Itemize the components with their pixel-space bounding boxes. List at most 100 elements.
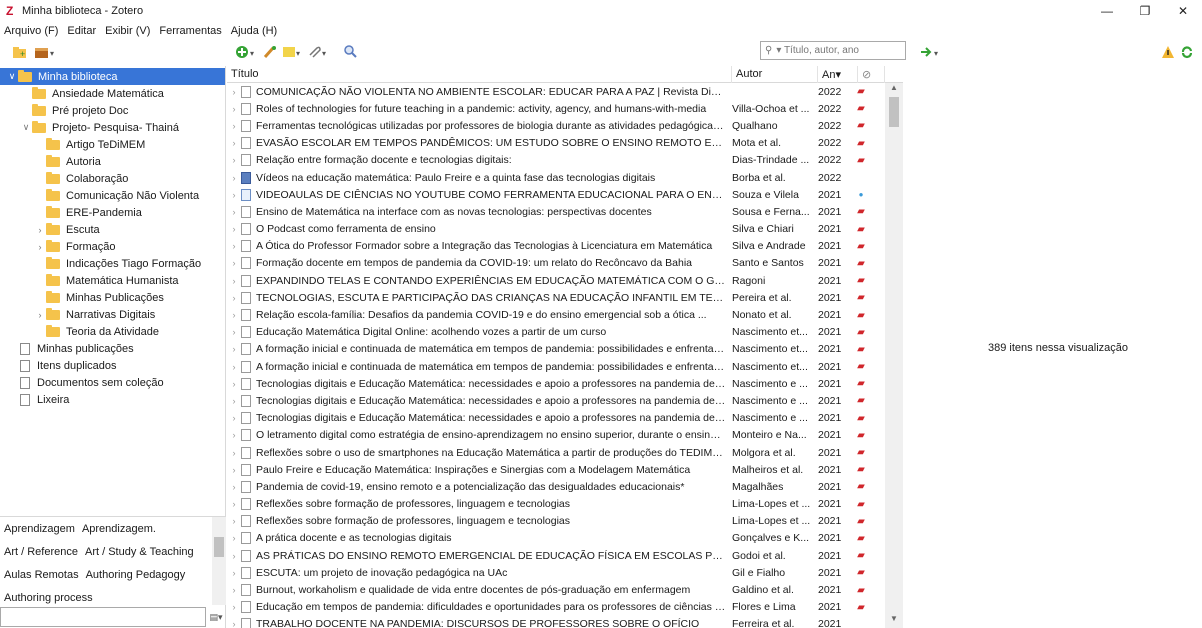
sidebar-item[interactable]: ERE-Pandemia — [0, 204, 225, 221]
pdf-attachment-icon[interactable]: ▰ — [852, 516, 870, 527]
pdf-attachment-icon[interactable]: ▰ — [852, 155, 870, 166]
expand-toggle-icon[interactable]: ∨ — [20, 122, 32, 133]
new-collection-icon[interactable]: + — [12, 43, 28, 61]
pdf-attachment-icon[interactable]: ▰ — [852, 499, 870, 510]
sidebar-item[interactable]: ∨ Projeto- Pesquisa- Thainá — [0, 119, 225, 136]
expand-toggle-icon[interactable]: › — [34, 225, 46, 235]
table-row[interactable]: › Vídeos na educação matemática: Paulo Fr… — [227, 169, 885, 186]
expand-toggle-icon[interactable]: › — [227, 602, 241, 612]
warning-icon[interactable] — [1161, 43, 1175, 61]
table-row[interactable]: › O Podcast como ferramenta de ensino Silv… — [227, 221, 885, 238]
table-row[interactable]: › A Ótica do Professor Formador sobre a I… — [227, 238, 885, 255]
expand-toggle-icon[interactable]: › — [227, 173, 241, 183]
expand-toggle-icon[interactable]: › — [227, 448, 241, 458]
pdf-attachment-icon[interactable]: ▰ — [852, 292, 870, 303]
sidebar-item[interactable]: › Narrativas Digitais — [0, 306, 225, 323]
table-row[interactable]: › Formação docente em tempos de pandemia … — [227, 255, 885, 272]
tag[interactable]: Aulas Remotas — [4, 569, 79, 581]
menu-ferramentas[interactable]: Ferramentas — [159, 25, 221, 37]
menu-ajuda[interactable]: Ajuda (H) — [231, 25, 277, 37]
pdf-attachment-icon[interactable]: ▰ — [852, 224, 870, 235]
expand-toggle-icon[interactable]: › — [227, 533, 241, 543]
table-row[interactable]: › EXPANDINDO TELAS E CONTANDO EXPERIÊNCIA… — [227, 272, 885, 289]
table-row[interactable]: › Educação Matemática Digital Online: aco… — [227, 324, 885, 341]
table-row[interactable]: › TECNOLOGIAS, ESCUTA E PARTICIPAÇÃO DAS … — [227, 289, 885, 306]
pdf-attachment-icon[interactable]: ▰ — [852, 378, 870, 389]
expand-toggle-icon[interactable]: › — [227, 190, 241, 200]
expand-toggle-icon[interactable]: › — [227, 121, 241, 131]
locate-icon[interactable]: ▾ — [920, 43, 944, 61]
table-row[interactable]: › AS PRÁTICAS DO ENSINO REMOTO EMERGENCIA… — [227, 547, 885, 564]
expand-toggle-icon[interactable]: › — [227, 276, 241, 286]
expand-toggle-icon[interactable]: › — [227, 224, 241, 234]
pdf-attachment-icon[interactable]: ▰ — [852, 430, 870, 441]
column-title[interactable]: Título — [227, 65, 732, 83]
table-row[interactable]: › Roles of technologies for future teachi… — [227, 100, 885, 117]
expand-toggle-icon[interactable]: › — [227, 344, 241, 354]
expand-toggle-icon[interactable]: › — [227, 241, 241, 251]
expand-toggle-icon[interactable]: › — [227, 516, 241, 526]
pdf-attachment-icon[interactable]: ▰ — [852, 241, 870, 252]
pdf-attachment-icon[interactable]: ▰ — [852, 550, 870, 561]
table-row[interactable]: › Tecnologias digitais e Educação Matemát… — [227, 410, 885, 427]
sidebar-item[interactable]: Matemática Humanista — [0, 272, 225, 289]
pdf-attachment-icon[interactable]: ▰ — [852, 447, 870, 458]
tag[interactable]: Authoring Pedagogy — [86, 569, 186, 581]
sidebar-item[interactable]: Minhas Publicações — [0, 289, 225, 306]
pdf-attachment-icon[interactable]: ▰ — [852, 602, 870, 613]
table-row[interactable]: › Tecnologias digitais e Educação Matemát… — [227, 375, 885, 392]
tag[interactable]: Art / Study & Teaching — [85, 546, 194, 558]
table-row[interactable]: › Reflexões sobre formação de professores… — [227, 496, 885, 513]
scroll-thumb[interactable] — [214, 537, 224, 557]
expand-toggle-icon[interactable]: › — [227, 155, 241, 165]
sidebar-item[interactable]: Artigo TeDiMEM — [0, 136, 225, 153]
pdf-attachment-icon[interactable]: ▰ — [852, 206, 870, 217]
tag[interactable]: Art / Reference — [4, 546, 78, 558]
add-by-identifier-icon[interactable] — [262, 43, 278, 61]
sidebar-item[interactable]: Lixeira — [0, 391, 225, 408]
sidebar-item[interactable]: Autoria — [0, 153, 225, 170]
expand-toggle-icon[interactable]: › — [227, 585, 241, 595]
pdf-attachment-icon[interactable]: ▰ — [852, 138, 870, 149]
close-button[interactable]: ✕ — [1164, 0, 1202, 22]
table-row[interactable]: › Pandemia de covid-19, ensino remoto e a… — [227, 478, 885, 495]
new-library-icon[interactable]: ▾ — [34, 43, 56, 61]
expand-toggle-icon[interactable]: › — [227, 138, 241, 148]
expand-toggle-icon[interactable]: › — [227, 430, 241, 440]
sidebar-item[interactable]: Comunicação Não Violenta — [0, 187, 225, 204]
expand-toggle-icon[interactable]: › — [34, 310, 46, 320]
pdf-attachment-icon[interactable]: ▰ — [852, 103, 870, 114]
table-row[interactable]: › A formação inicial e continuada de mate… — [227, 358, 885, 375]
expand-toggle-icon[interactable]: › — [227, 551, 241, 561]
new-note-icon[interactable]: ▾ — [282, 43, 304, 61]
table-row[interactable]: › Educação em tempos de pandemia: dificul… — [227, 599, 885, 616]
link-attachment-icon[interactable]: ● — [852, 190, 870, 199]
tag[interactable]: Aprendizagem — [4, 523, 75, 535]
pdf-attachment-icon[interactable]: ▰ — [852, 258, 870, 269]
expand-toggle-icon[interactable]: › — [227, 568, 241, 578]
pdf-attachment-icon[interactable]: ▰ — [852, 310, 870, 321]
pdf-attachment-icon[interactable]: ▰ — [852, 533, 870, 544]
table-row[interactable]: › Reflexões sobre formação de professores… — [227, 513, 885, 530]
scroll-down-icon[interactable]: ▼ — [885, 614, 903, 628]
table-row[interactable]: › Tecnologias digitais e Educação Matemát… — [227, 392, 885, 409]
add-attachment-icon[interactable]: ▾ — [308, 43, 330, 61]
table-row[interactable]: › Relação escola-família: Desafios da pan… — [227, 306, 885, 323]
table-row[interactable]: › EVASÃO ESCOLAR EM TEMPOS PANDÊMICOS: UM… — [227, 135, 885, 152]
tag[interactable]: Aprendizagem. — [82, 523, 156, 535]
sidebar-item[interactable]: Ansiedade Matemática — [0, 85, 225, 102]
tag-actions-icon[interactable]: ▤▾ — [206, 607, 226, 627]
expand-toggle-icon[interactable]: › — [227, 396, 241, 406]
pdf-attachment-icon[interactable]: ▰ — [852, 120, 870, 131]
tag-scrollbar[interactable] — [212, 517, 226, 605]
table-row[interactable]: › Reflexões sobre o uso de smartphones na… — [227, 444, 885, 461]
menu-arquivo[interactable]: Arquivo (F) — [4, 25, 58, 37]
sidebar-item[interactable]: Documentos sem coleção — [0, 374, 225, 391]
table-row[interactable]: › VIDEOAULAS DE CIÊNCIAS NO YOUTUBE COMO … — [227, 186, 885, 203]
pdf-attachment-icon[interactable]: ▰ — [852, 481, 870, 492]
table-row[interactable]: › A formação inicial e continuada de mate… — [227, 341, 885, 358]
tag-filter-input[interactable] — [0, 607, 206, 627]
sidebar-item[interactable]: › Formação — [0, 238, 225, 255]
column-year[interactable]: An▾ — [818, 65, 858, 83]
sidebar-item[interactable]: Pré projeto Doc — [0, 102, 225, 119]
